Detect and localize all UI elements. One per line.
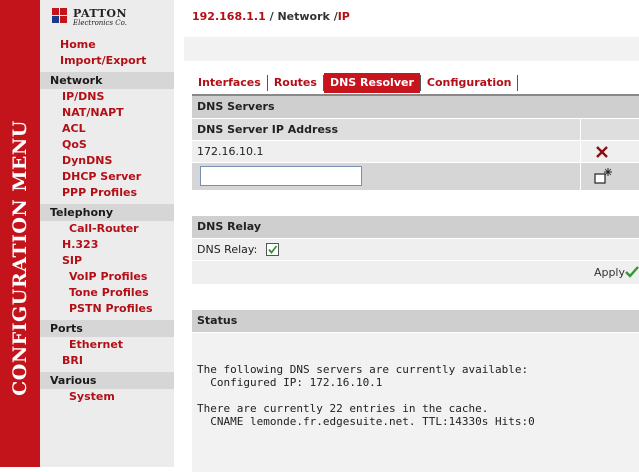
new-dns-server-input[interactable] <box>200 166 362 186</box>
patton-logo: PATTON Electronics Co. <box>52 6 134 30</box>
sidebar-item-ip-dns[interactable]: IP/DNS <box>40 89 174 105</box>
delete-x-icon[interactable] <box>595 145 609 159</box>
dns-server-row: 172.16.10.1 <box>192 140 639 162</box>
breadcrumb-sep: / <box>329 10 338 23</box>
sidebar-item-voip-profiles[interactable]: VoIP Profiles <box>40 269 174 285</box>
sidebar-item-ppp-profiles[interactable]: PPP Profiles <box>40 185 174 201</box>
spacer-row <box>192 190 639 210</box>
dns-relay-section-title: DNS Relay <box>192 216 639 238</box>
sidebar-item-call-router[interactable]: Call-Router <box>40 221 174 237</box>
add-new-icon[interactable] <box>593 167 613 187</box>
header-banner <box>184 37 639 61</box>
breadcrumb-sep: / <box>265 10 278 23</box>
tab-configuration[interactable]: Configuration <box>421 73 518 93</box>
check-icon <box>268 244 278 254</box>
breadcrumb-ip[interactable]: 192.168.1.1 <box>192 10 266 23</box>
status-panel: The following DNS servers are currently … <box>192 332 639 472</box>
sidebar-item-home[interactable]: Home <box>40 37 174 53</box>
tab-bar: Interfaces Routes DNS Resolver Configuratio… <box>192 73 519 93</box>
action-column-header <box>580 119 639 140</box>
apply-check-icon[interactable] <box>625 265 639 279</box>
configuration-menu-band: CONFIGURATION MENU <box>0 0 40 467</box>
sidebar-group-telephony: Telephony <box>40 204 174 221</box>
sidebar-item-h-323[interactable]: H.323 <box>40 237 174 253</box>
sidebar-group-network: Network <box>40 72 174 89</box>
sidebar-item-bri[interactable]: BRI <box>40 353 174 369</box>
sidebar-item-import-export[interactable]: Import/Export <box>40 53 174 69</box>
dns-relay-label: DNS Relay: <box>197 243 258 256</box>
patton-logo-mark <box>52 8 70 24</box>
configuration-menu-title: CONFIGURATION MENU <box>9 120 31 396</box>
dns-server-row-actions <box>580 141 639 162</box>
breadcrumb-section[interactable]: Network <box>277 10 329 23</box>
dns-resolver-panel: DNS Servers DNS Server IP Address 172.16… <box>192 94 639 472</box>
new-dns-server-row <box>192 162 639 190</box>
breadcrumb: 192.168.1.1 / Network /IP <box>192 10 350 23</box>
tab-interfaces[interactable]: Interfaces <box>192 73 267 93</box>
tab-routes[interactable]: Routes <box>268 73 323 93</box>
sidebar-item-system[interactable]: System <box>40 389 174 405</box>
dns-server-ip-header: DNS Server IP Address <box>197 123 339 136</box>
dns-server-column-header: DNS Server IP Address <box>192 118 639 140</box>
new-dns-server-actions <box>580 163 639 190</box>
sidebar-menu: PATTON Electronics Co. Home Import/Export… <box>40 0 174 467</box>
dns-server-ip: 172.16.10.1 <box>197 145 264 158</box>
sidebar-item-dyndns[interactable]: DynDNS <box>40 153 174 169</box>
logo-subtitle: Electronics Co. <box>73 19 127 27</box>
sidebar-group-ports: Ports <box>40 320 174 337</box>
tab-dns-resolver[interactable]: DNS Resolver <box>323 73 420 93</box>
dns-servers-section-title: DNS Servers <box>192 96 639 118</box>
spacer-row <box>192 284 639 304</box>
sidebar-item-qos[interactable]: QoS <box>40 137 174 153</box>
sidebar-item-tone-profiles[interactable]: Tone Profiles <box>40 285 174 301</box>
dns-relay-checkbox[interactable] <box>265 242 279 256</box>
sidebar-item-sip[interactable]: SIP <box>40 253 174 269</box>
sidebar-item-dhcp-server[interactable]: DHCP Server <box>40 169 174 185</box>
sidebar-item-nat-napt[interactable]: NAT/NAPT <box>40 105 174 121</box>
tab-separator <box>517 75 519 91</box>
apply-label: Apply <box>593 266 625 279</box>
sidebar-item-ethernet[interactable]: Ethernet <box>40 337 174 353</box>
apply-row: Apply <box>192 260 639 284</box>
status-section-title: Status <box>192 310 639 332</box>
sidebar-item-pstn-profiles[interactable]: PSTN Profiles <box>40 301 174 317</box>
sidebar-item-acl[interactable]: ACL <box>40 121 174 137</box>
apply-button[interactable]: Apply <box>594 261 625 285</box>
status-text: The following DNS servers are currently … <box>197 363 535 428</box>
sidebar-group-various: Various <box>40 372 174 389</box>
breadcrumb-page[interactable]: IP <box>338 10 350 23</box>
dns-relay-row: DNS Relay: <box>192 238 639 260</box>
